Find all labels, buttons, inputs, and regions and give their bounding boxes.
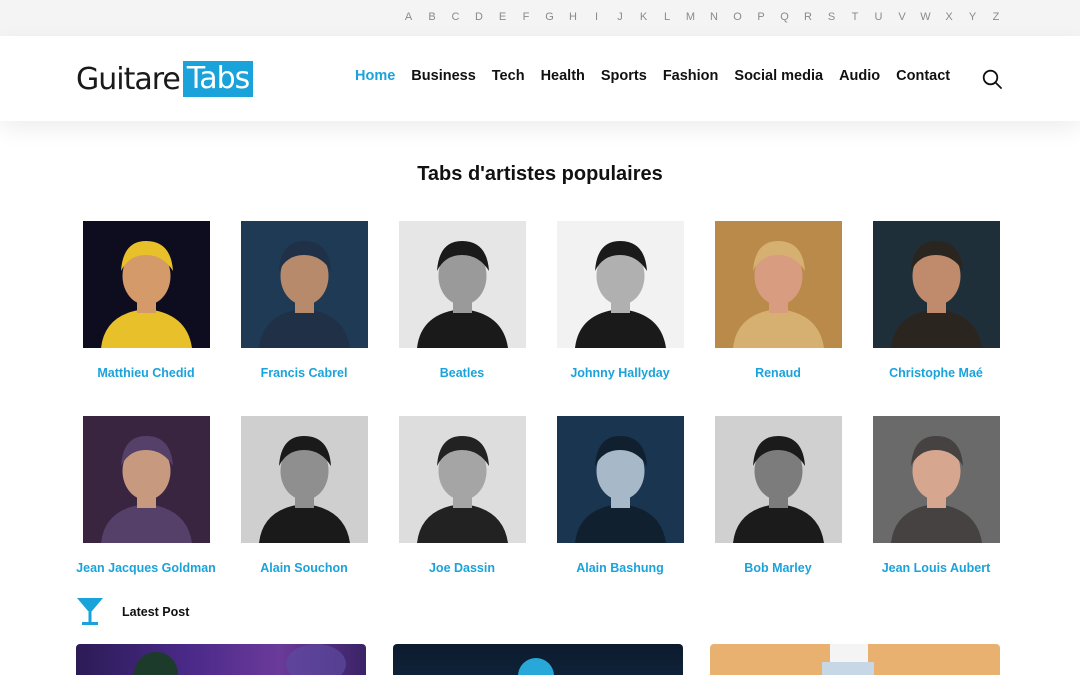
nav-item-business[interactable]: Business [411, 68, 475, 84]
artist-name[interactable]: Christophe Maé [866, 366, 1006, 380]
alphabet-letter[interactable]: Q [773, 11, 797, 23]
artist-card[interactable]: Alain Souchon [234, 416, 374, 575]
artist-card[interactable]: Joe Dassin [392, 416, 532, 575]
alphabet-letter[interactable]: V [891, 11, 915, 23]
artist-name[interactable]: Matthieu Chedid [76, 366, 216, 380]
alphabet-letter[interactable]: R [797, 11, 821, 23]
search-icon [982, 69, 1002, 89]
artist-name[interactable]: Beatles [392, 366, 532, 380]
artist-card[interactable]: Christophe Maé [866, 221, 1006, 380]
artist-card[interactable]: Francis Cabrel [234, 221, 374, 380]
nav-item-social-media[interactable]: Social media [734, 68, 823, 84]
latest-post-header: Latest Post [76, 597, 189, 627]
alphabet-letter[interactable]: L [656, 11, 680, 23]
alphabet-letter[interactable]: O [726, 11, 750, 23]
section-title: Tabs d'artistes populaires [417, 163, 663, 185]
alphabet-letter[interactable]: I [585, 11, 609, 23]
nav-item-health[interactable]: Health [541, 68, 585, 84]
artist-photo [556, 221, 684, 348]
latest-post-label: Latest Post [122, 605, 190, 619]
nav-item-fashion[interactable]: Fashion [663, 68, 719, 84]
artist-card[interactable]: Johnny Hallyday [550, 221, 690, 380]
search-button[interactable] [982, 69, 1002, 89]
artist-card[interactable]: Bob Marley [708, 416, 848, 575]
artist-photo [872, 416, 1000, 543]
alphabet-letter[interactable]: C [444, 11, 468, 23]
nav-item-tech[interactable]: Tech [492, 68, 525, 84]
nav-item-home[interactable]: Home [355, 68, 395, 84]
artist-name[interactable]: Renaud [708, 366, 848, 380]
artist-name[interactable]: Francis Cabrel [234, 366, 374, 380]
alphabet-letter[interactable]: H [562, 11, 586, 23]
alphabet-letter[interactable]: Z [985, 11, 1009, 23]
artist-photo [714, 221, 842, 348]
artist-card[interactable]: Jean Louis Aubert [866, 416, 1006, 575]
alphabet-index: ABCDEFGHIJKLMNOPQRSTUVWXYZ [397, 11, 1008, 23]
artist-photo [82, 221, 210, 348]
artist-photo [556, 416, 684, 543]
post-thumbnail [822, 644, 874, 675]
logo-text-tabs: Tabs [182, 61, 254, 97]
alphabet-letter[interactable]: S [820, 11, 844, 23]
cocktail-glass-icon [77, 598, 103, 625]
alphabet-letter[interactable]: N [703, 11, 727, 23]
artist-card[interactable]: Alain Bashung [550, 416, 690, 575]
nav-item-audio[interactable]: Audio [839, 68, 880, 84]
alphabet-letter[interactable]: A [397, 11, 421, 23]
site-header: Guitare Tabs Home Business Tech Health Sport… [0, 36, 1080, 121]
alphabet-letter[interactable]: B [421, 11, 445, 23]
alphabet-letter[interactable]: F [515, 11, 539, 23]
artist-photo [82, 416, 210, 543]
post-card[interactable] [393, 644, 683, 675]
artist-photo [398, 416, 526, 543]
artist-name[interactable]: Alain Bashung [550, 561, 690, 575]
nav-item-contact[interactable]: Contact [896, 68, 950, 84]
alphabet-bar: ABCDEFGHIJKLMNOPQRSTUVWXYZ [0, 0, 1080, 36]
artist-photo [398, 221, 526, 348]
alphabet-letter[interactable]: T [844, 11, 868, 23]
alphabet-letter[interactable]: W [914, 11, 938, 23]
alphabet-letter[interactable]: X [938, 11, 962, 23]
artist-photo [240, 416, 368, 543]
alphabet-letter[interactable]: E [491, 11, 515, 23]
artist-card[interactable]: Renaud [708, 221, 848, 380]
alphabet-letter[interactable]: G [538, 11, 562, 23]
post-card[interactable] [710, 644, 1000, 675]
artist-name[interactable]: Joe Dassin [392, 561, 532, 575]
artist-name[interactable]: Jean Louis Aubert [866, 561, 1006, 575]
artist-name[interactable]: Jean Jacques Goldman [76, 561, 216, 575]
main-nav: Home Business Tech Health Sports Fashion Socia… [355, 68, 950, 84]
post-thumbnail [518, 658, 554, 675]
artist-name[interactable]: Johnny Hallyday [550, 366, 690, 380]
alphabet-letter[interactable]: U [867, 11, 891, 23]
alphabet-letter[interactable]: D [468, 11, 492, 23]
post-thumbnail [134, 644, 346, 675]
logo-text-guitare: Guitare [76, 61, 181, 97]
alphabet-letter[interactable]: M [679, 11, 703, 23]
artist-card[interactable]: Beatles [392, 221, 532, 380]
artist-card[interactable]: Matthieu Chedid [76, 221, 216, 380]
artist-photo [240, 221, 368, 348]
post-card[interactable] [76, 644, 366, 675]
artist-photo [714, 416, 842, 543]
alphabet-letter[interactable]: Y [961, 11, 985, 23]
alphabet-letter[interactable]: J [609, 11, 633, 23]
artist-name[interactable]: Alain Souchon [234, 561, 374, 575]
artist-name[interactable]: Bob Marley [708, 561, 848, 575]
nav-item-sports[interactable]: Sports [601, 68, 647, 84]
artist-card[interactable]: Jean Jacques Goldman [76, 416, 216, 575]
artist-photo [872, 221, 1000, 348]
site-logo[interactable]: Guitare Tabs [76, 60, 254, 98]
alphabet-letter[interactable]: P [750, 11, 774, 23]
alphabet-letter[interactable]: K [632, 11, 656, 23]
